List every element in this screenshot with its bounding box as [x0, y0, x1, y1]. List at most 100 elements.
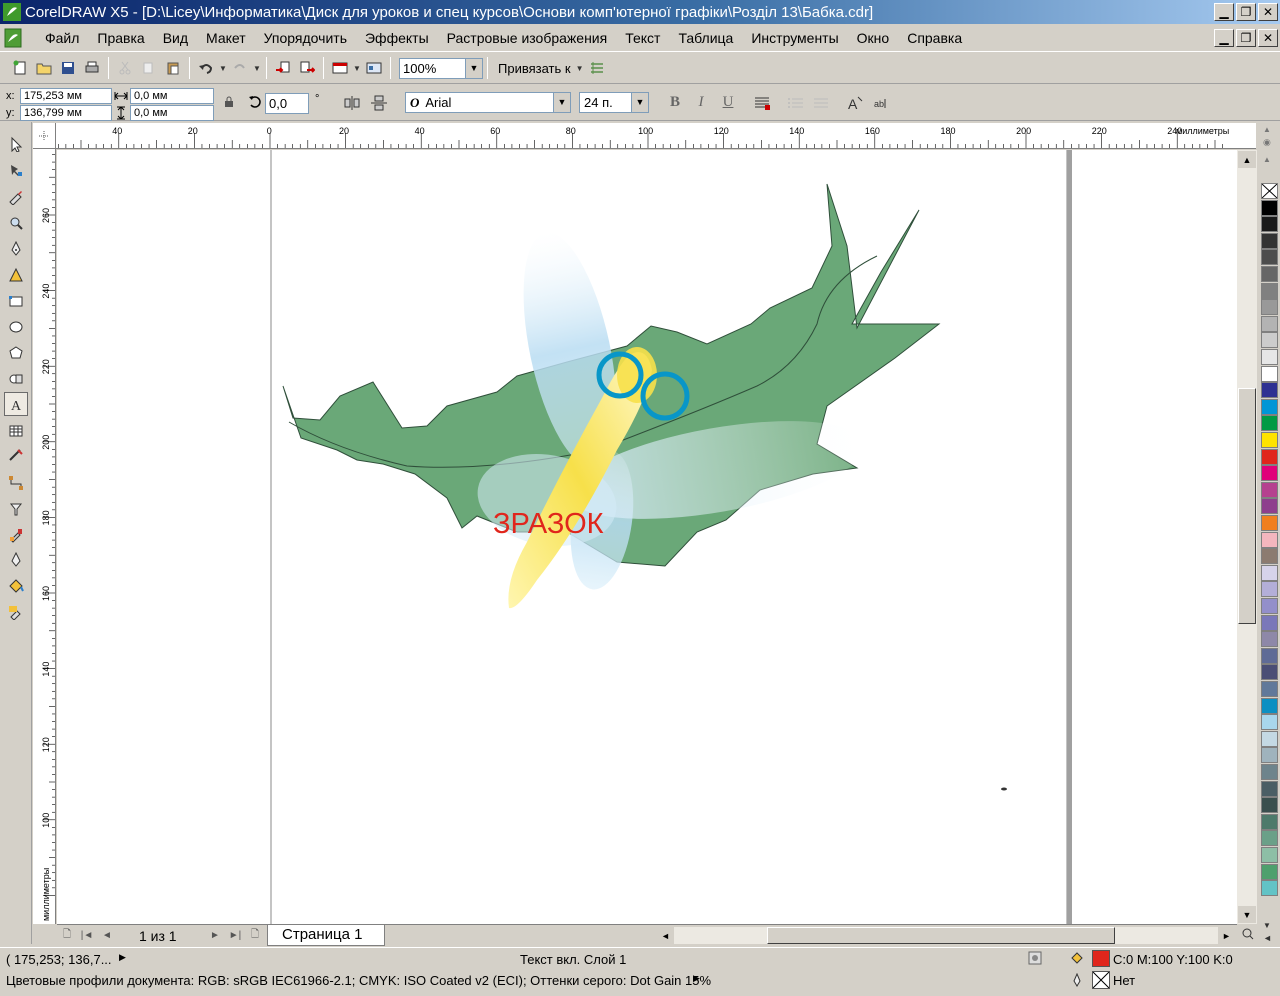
- menu-item[interactable]: Справка: [898, 30, 971, 46]
- text-orientation-button[interactable]: ab: [871, 94, 891, 112]
- horizontal-ruler[interactable]: 40 20 0 20 40 60 80 100 120 140 160 180 200 220 240 мил…: [56, 123, 1256, 149]
- restore-button[interactable]: ❐: [1236, 3, 1256, 21]
- color-swatch[interactable]: [1261, 282, 1278, 299]
- font-size-select[interactable]: 24 п. ▼: [579, 92, 649, 113]
- palette-scroll-down-icon[interactable]: ▼: [1263, 921, 1271, 930]
- y-position-input[interactable]: 136,799 мм: [20, 105, 112, 121]
- color-swatch[interactable]: [1261, 631, 1278, 648]
- rotation-angle-input[interactable]: 0,0: [265, 93, 309, 114]
- color-profiles-info[interactable]: Цветовые профили документа: RGB: sRGB IE…: [6, 973, 711, 988]
- shape-tool[interactable]: [4, 158, 28, 182]
- first-page-button[interactable]: |◄: [79, 927, 95, 943]
- chevron-down-icon[interactable]: ▼: [631, 93, 648, 112]
- lock-ratio-button[interactable]: [222, 94, 236, 110]
- redo-button[interactable]: [228, 56, 252, 80]
- color-swatch[interactable]: [1261, 398, 1278, 415]
- paste-button[interactable]: [161, 56, 185, 80]
- color-swatch[interactable]: [1261, 847, 1278, 863]
- color-swatch[interactable]: [1261, 232, 1278, 249]
- doc-restore-button[interactable]: ❐: [1236, 29, 1256, 47]
- color-swatch[interactable]: [1261, 697, 1278, 714]
- menu-item[interactable]: Текст: [616, 30, 669, 46]
- ruler-origin-corner[interactable]: [33, 123, 56, 149]
- color-swatch[interactable]: [1261, 614, 1278, 631]
- color-swatch[interactable]: [1261, 764, 1278, 780]
- basic-shapes-tool[interactable]: [4, 367, 28, 391]
- color-swatch[interactable]: [1261, 365, 1278, 382]
- menu-item[interactable]: Правка: [88, 30, 153, 46]
- width-input[interactable]: 0,0 мм: [130, 88, 214, 104]
- scroll-up-button[interactable]: ▲: [1238, 151, 1256, 168]
- fill-tool[interactable]: [4, 574, 28, 598]
- scroll-down-button[interactable]: ▼: [1238, 906, 1256, 923]
- color-swatch[interactable]: [1261, 681, 1278, 697]
- color-swatch[interactable]: [1261, 332, 1278, 349]
- menu-item[interactable]: Эффекты: [356, 30, 438, 46]
- bullet-list-button[interactable]: [786, 94, 806, 112]
- color-swatch[interactable]: [1261, 448, 1278, 465]
- color-swatch[interactable]: [1261, 216, 1278, 233]
- color-swatch[interactable]: [1261, 647, 1278, 664]
- menu-item[interactable]: Растровые изображения: [438, 30, 617, 46]
- cut-button[interactable]: [113, 56, 137, 80]
- color-swatch[interactable]: [1261, 813, 1278, 830]
- color-swatch[interactable]: [1261, 432, 1278, 448]
- page-tab[interactable]: Страница 1: [267, 925, 385, 946]
- welcome-screen-button[interactable]: [362, 56, 386, 80]
- rectangle-tool[interactable]: [4, 289, 28, 313]
- previous-page-button[interactable]: ◄: [99, 927, 115, 943]
- text-tool[interactable]: A: [4, 392, 28, 416]
- export-button[interactable]: [295, 56, 319, 80]
- drop-cap-button[interactable]: [811, 94, 831, 112]
- ellipse-tool[interactable]: [4, 315, 28, 339]
- outline-pen-indicator[interactable]: [1072, 972, 1086, 989]
- crop-tool[interactable]: [4, 185, 28, 209]
- menu-item[interactable]: Таблица: [669, 30, 742, 46]
- zoom-tool[interactable]: [4, 211, 28, 235]
- zoom-level-select[interactable]: 100% ▼: [399, 57, 483, 79]
- color-swatch[interactable]: [1261, 880, 1278, 897]
- color-swatch[interactable]: [1261, 714, 1278, 731]
- launcher-dropdown-arrow[interactable]: ▼: [352, 56, 362, 80]
- color-swatch[interactable]: [1261, 548, 1278, 565]
- undo-button[interactable]: [194, 56, 218, 80]
- sample-watermark-text[interactable]: ЗРАЗОК: [493, 508, 604, 540]
- color-swatch[interactable]: [1261, 564, 1278, 581]
- snap-to-dropdown-arrow[interactable]: ▼: [575, 56, 585, 80]
- application-launcher-button[interactable]: [328, 56, 352, 80]
- fill-color-swatch[interactable]: [1092, 950, 1110, 967]
- blend-tool[interactable]: [4, 497, 28, 521]
- polygon-tool[interactable]: [4, 341, 28, 365]
- color-swatch[interactable]: [1261, 498, 1278, 515]
- color-swatch[interactable]: [1261, 481, 1278, 498]
- horizontal-scrollbar[interactable]: ◄ ►: [657, 927, 1235, 944]
- chevron-down-icon[interactable]: ▼: [465, 58, 482, 78]
- redo-dropdown-arrow[interactable]: ▼: [252, 56, 262, 80]
- connector-tool[interactable]: [4, 471, 28, 495]
- outline-tool[interactable]: [4, 548, 28, 572]
- doc-minimize-button[interactable]: ▁: [1214, 29, 1234, 47]
- height-input[interactable]: 0,0 мм: [130, 105, 214, 121]
- new-document-button[interactable]: [8, 56, 32, 80]
- scroll-right-button[interactable]: ►: [1218, 927, 1235, 944]
- save-button[interactable]: [56, 56, 80, 80]
- navigator-button[interactable]: [1240, 926, 1256, 942]
- menu-item[interactable]: Окно: [848, 30, 899, 46]
- font-family-select[interactable]: O Arial ▼: [405, 92, 571, 113]
- color-swatch[interactable]: [1261, 415, 1278, 432]
- print-button[interactable]: [80, 56, 104, 80]
- color-swatch[interactable]: [1261, 382, 1278, 399]
- snap-to-label[interactable]: Привязать к: [498, 61, 571, 76]
- edit-text-button[interactable]: A: [845, 94, 865, 112]
- underline-button[interactable]: U: [717, 92, 739, 113]
- vertical-scroll-thumb[interactable]: [1238, 388, 1256, 624]
- horizontal-scroll-thumb[interactable]: [767, 927, 1115, 944]
- color-profiles-arrow[interactable]: ▶: [693, 973, 700, 984]
- interactive-fill-tool[interactable]: [4, 600, 28, 624]
- add-page-before-button[interactable]: 🗋: [59, 927, 75, 943]
- eyedropper-tool[interactable]: [4, 523, 28, 547]
- menu-item[interactable]: Упорядочить: [255, 30, 356, 46]
- open-button[interactable]: [32, 56, 56, 80]
- doc-close-button[interactable]: ✕: [1258, 29, 1278, 47]
- palette-scroll-up-icon[interactable]: ▲: [1263, 125, 1271, 134]
